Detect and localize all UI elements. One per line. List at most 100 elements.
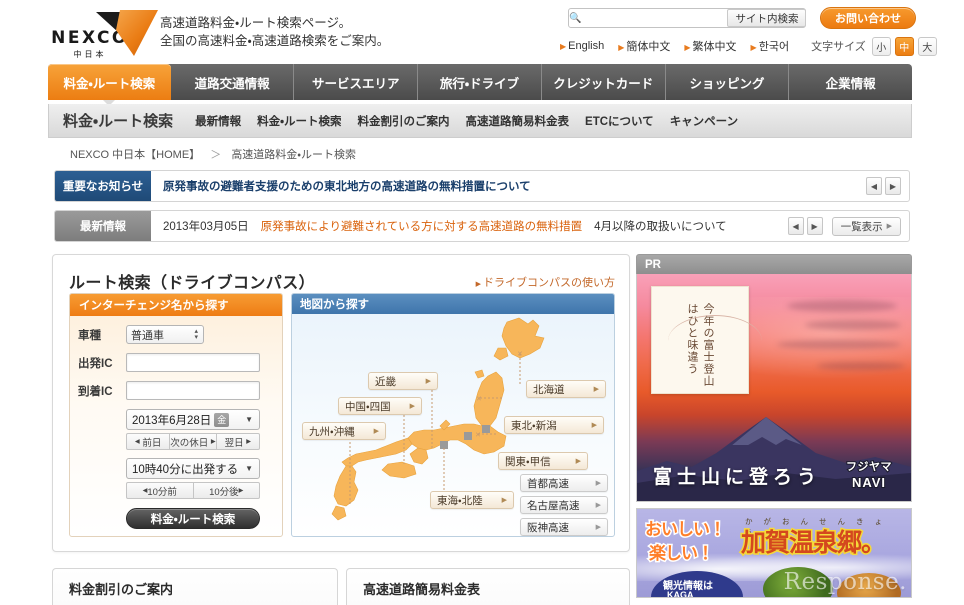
minus-ten-minutes-button[interactable]: ◂ 10分前 — [126, 482, 194, 499]
caret-icon: ▶ — [425, 378, 431, 385]
nav-item-traffic-info[interactable]: 道路交通情報 — [171, 64, 295, 100]
fontsize-large-button[interactable]: 大 — [917, 36, 937, 56]
vehicle-type-select[interactable]: 普通車 ▴ ▾ — [126, 325, 204, 344]
ad-banner-fujiyama-navi[interactable]: 今年の富士登山はひと味違う 富士山に登ろう フジヤマ NAVI — [636, 274, 912, 502]
map-search-header: 地図から探す — [292, 294, 614, 314]
nav-item-service-area[interactable]: サービスエリア — [294, 64, 419, 100]
nav-item-credit-card[interactable]: クレジットカード — [542, 64, 666, 100]
language-and-fontsize-bar: ▶ English ▶ 簡体中文 ▶ 繁体中文 ▶ 한국어 文字サイズ 小 中 大 — [560, 36, 964, 56]
arrival-ic-row: 到着IC — [78, 381, 282, 400]
fontsize-small-button[interactable]: 小 — [871, 36, 891, 56]
important-notice-bar: 重要なお知らせ 原発事故の避難者支援のための東北地方の高速道路の無料措置について… — [54, 170, 910, 202]
nav-item-toll-route-search[interactable]: 料金・ルート検索 — [48, 64, 171, 106]
updown-arrows-icon: ▴ ▾ — [194, 327, 198, 341]
highway-button-hanshin[interactable]: 阪神高速 ▶ — [520, 518, 608, 536]
bottom-box-toll-discount[interactable]: 料金割引のご案内 — [52, 568, 338, 605]
caret-icon: ▶ — [684, 43, 691, 52]
bottom-box-title: 料金割引のご案内 — [69, 582, 174, 597]
subnav-link-toll-route-search[interactable]: 料金・ルート検索 — [257, 113, 341, 129]
contact-button[interactable]: お問い合わせ — [820, 7, 916, 29]
lang-link-traditional-chinese[interactable]: ▶ 繁体中文 — [684, 38, 736, 54]
route-search-title: ルート検索（ドライブコンパス） — [69, 275, 316, 292]
region-button-tohoku-niigata[interactable]: 東北・新潟 ▶ — [504, 416, 604, 434]
fontsize-medium-button[interactable]: 中 — [894, 36, 914, 56]
plus-ten-minutes-button[interactable]: 10分後 ▸ — [192, 482, 260, 499]
caret-icon: ▶ — [750, 43, 757, 52]
important-notice-arrows: ◀ ▶ — [866, 171, 909, 201]
arrival-ic-input[interactable] — [126, 381, 260, 400]
prev-day-button[interactable]: ◂ 前日 — [126, 433, 171, 450]
nav-item-shopping[interactable]: ショッピング — [666, 64, 790, 100]
drive-compass-howto-link[interactable]: ▶ ドライブコンパスの使い方 — [476, 274, 615, 290]
highway-button-nagoya[interactable]: 名古屋高速 ▶ — [520, 496, 608, 514]
next-holiday-button[interactable]: 次の休日 ▸ — [169, 433, 217, 450]
important-notice-link[interactable]: 原発事故の避難者支援のための東北地方の高速道路の無料措置について — [151, 171, 866, 201]
nav-item-travel-drive[interactable]: 旅行・ドライブ — [418, 64, 542, 100]
breadcrumb-separator: ＞ — [210, 149, 222, 161]
route-search-panel: ルート検索（ドライブコンパス） ▶ ドライブコンパスの使い方 インターチェンジ名か… — [52, 254, 630, 552]
latest-news-bar: 最新情報 2013年03月05日 原発事故により避難されている方に対する高速道路… — [54, 210, 910, 242]
nexco-logo[interactable]: NEXCO 中日本 — [44, 10, 158, 59]
site-search[interactable]: 🔍 サイト内検索 — [568, 8, 807, 28]
latest-list-view-button[interactable]: 一覧表示 ▶ — [831, 216, 901, 236]
ad-banner-kaga-onsen[interactable]: おいしい！ 楽しい！ かがおんせんきょう 加賀温泉郷。 観光情報は KAGA R… — [636, 508, 912, 598]
departure-date-value: 2013年6月28日 — [132, 414, 212, 427]
ic-name-search-box: インターチェンジ名から探す 車種 普通車 ▴ ▾ 出発IC 到着IC 2013年6… — [69, 293, 283, 537]
subnav-link-toll-discount[interactable]: 料金割引のご案内 — [358, 113, 450, 129]
caret-icon: ▶ — [575, 458, 581, 465]
latest-prev-button[interactable]: ◀ — [787, 217, 804, 235]
highway-button-shuto[interactable]: 首都高速 ▶ — [520, 474, 608, 492]
site-tagline: 高速道路料金・ルート検索ページ。 全国の高速料金・高速道路検索をご案内。 — [160, 14, 389, 50]
navi-logo-line1: フジヤマ — [845, 460, 893, 474]
svg-text:✕: ✕ — [517, 351, 523, 358]
departure-ic-input[interactable] — [126, 353, 260, 372]
region-button-tokai-hokuriku[interactable]: 東海・北陸 ▶ — [430, 491, 514, 509]
subnav-link-campaign[interactable]: キャンペーン — [670, 113, 738, 129]
departure-time-select[interactable]: 10時40分に出発する ▼ — [126, 458, 260, 479]
departure-date-select[interactable]: 2013年6月28日 金 ▼ — [126, 409, 260, 430]
route-search-submit-button[interactable]: 料金・ルート検索 — [126, 508, 260, 529]
subnav-link-simple-toll-table[interactable]: 高速道路簡易料金表 — [466, 113, 570, 129]
lang-link-english[interactable]: ▶ English — [560, 40, 604, 52]
nav-item-corporate-info[interactable]: 企業情報 — [789, 64, 912, 100]
time-step-buttons: ◂ 10分前 10分後 ▸ — [126, 482, 260, 499]
latest-next-button[interactable]: ▶ — [806, 217, 823, 235]
notice-next-button[interactable]: ▶ — [885, 177, 901, 195]
sub-navigation: 料金・ルート検索 最新情報 料金・ルート検索 料金割引のご案内 高速道路簡易料金… — [48, 104, 912, 138]
breadcrumb-home-link[interactable]: NEXCO 中日本【HOME】 — [70, 149, 200, 161]
next-day-button[interactable]: 翌日 ▸ — [215, 433, 260, 450]
latest-news-link-secondary[interactable]: 4月以降の取扱いについて — [594, 218, 727, 234]
ad2-text-oishii: おいしい！ — [644, 519, 728, 541]
region-button-chugoku-shikoku[interactable]: 中国・四国 ▶ — [338, 397, 422, 415]
caret-icon: ▶ — [618, 43, 625, 52]
caret-icon: ▶ — [475, 281, 481, 288]
pr-column: PR 今年の富士登山はひと味違う 富士山に登ろう フジヤマ NAVI おいしい！… — [636, 254, 912, 598]
search-input[interactable] — [581, 10, 728, 26]
lang-link-simplified-chinese[interactable]: ▶ 簡体中文 — [618, 38, 670, 54]
notice-prev-button[interactable]: ◀ — [866, 177, 882, 195]
fontsize-label: 文字サイズ — [811, 41, 866, 53]
ad-cloud — [805, 320, 901, 330]
region-button-kinki[interactable]: 近畿 ▶ — [368, 372, 438, 390]
lang-link-korean[interactable]: ▶ 한국어 — [751, 38, 790, 54]
latest-news-link[interactable]: 原発事故により避難されている方に対する高速道路の無料措置 — [261, 218, 582, 234]
pr-header: PR — [636, 254, 912, 274]
departure-ic-label: 出発IC — [78, 357, 113, 370]
region-button-hokkaido[interactable]: 北海道 ▶ — [526, 380, 606, 398]
japan-map-canvas: ✕ ✕ ✕ 北海道 ▶ 東北・新潟 ▶ 関東・甲信 ▶ 近畿 ▶ 中国・四国 ▶… — [292, 314, 614, 536]
ad2-text-tanoshii: 楽しい！ — [648, 543, 716, 565]
subnav-link-latest-info[interactable]: 最新情報 — [195, 113, 241, 129]
region-button-kanto-koshin[interactable]: 関東・甲信 ▶ — [498, 452, 588, 470]
caret-icon: ▶ — [595, 480, 601, 487]
breadcrumb: NEXCO 中日本【HOME】 ＞ 高速道路料金・ルート検索 — [70, 146, 356, 162]
map-search-box: 地図から探す ✕ ✕ ✕ 北海道 ▶ 東北・新潟 ▶ 関東・甲信 ▶ 近畿 ▶ … — [291, 293, 615, 537]
ad-headline: 富士山に登ろう — [653, 467, 822, 488]
logo-v-mark-icon — [96, 10, 158, 56]
caret-icon: ▶ — [591, 422, 597, 429]
search-submit-button[interactable]: サイト内検索 — [727, 9, 807, 27]
chevron-down-icon: ▼ — [245, 464, 253, 473]
region-button-kyushu-okinawa[interactable]: 九州・沖縄 ▶ — [302, 422, 386, 440]
subnav-link-about-etc[interactable]: ETCについて — [585, 113, 654, 129]
bottom-box-simple-toll-table[interactable]: 高速道路簡易料金表 — [346, 568, 630, 605]
ad-vertical-text-card: 今年の富士登山はひと味違う — [651, 286, 762, 394]
